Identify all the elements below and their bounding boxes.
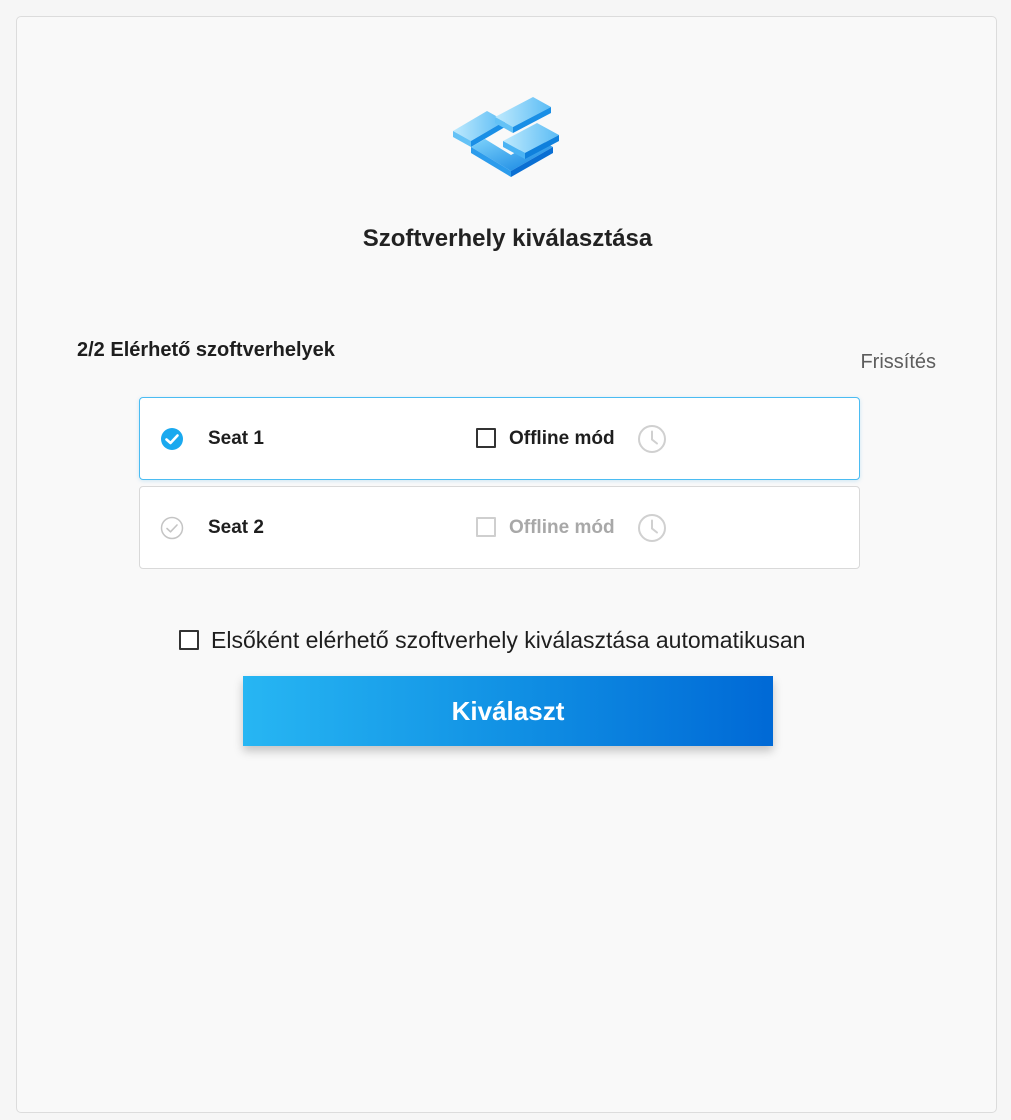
clock-icon <box>638 425 666 453</box>
seat-name: Seat 1 <box>208 428 264 449</box>
available-seats-count: 2/2 Elérhető szoftverhelyek <box>77 339 335 361</box>
clock-icon <box>638 514 666 542</box>
offline-mode-label: Offline mód <box>509 517 615 538</box>
offline-mode-label[interactable]: Offline mód <box>509 428 615 450</box>
auto-select-label[interactable]: Elsőként elérhető szoftverhely kiválaszt… <box>211 627 805 654</box>
auto-select-checkbox[interactable] <box>179 630 199 650</box>
check-circle-outline-icon <box>160 516 184 540</box>
refresh-link[interactable]: Frissítés <box>860 351 936 374</box>
select-button[interactable]: Kiválaszt <box>243 676 773 746</box>
dialog-title: Szoftverhely kiválasztása <box>362 225 653 252</box>
check-circle-filled-icon <box>161 428 183 450</box>
seat-row-2[interactable]: Seat 2 Offline mód <box>139 486 860 569</box>
offline-mode-checkbox <box>476 517 496 537</box>
seat-row-1[interactable]: Seat 1 Offline mód <box>139 397 860 480</box>
app-logo <box>453 97 559 177</box>
offline-mode-checkbox[interactable] <box>476 428 496 448</box>
seat-name: Seat 2 <box>208 517 264 538</box>
seat-selection-dialog: Szoftverhely kiválasztása 2/2 Elérhető s… <box>16 16 997 1113</box>
